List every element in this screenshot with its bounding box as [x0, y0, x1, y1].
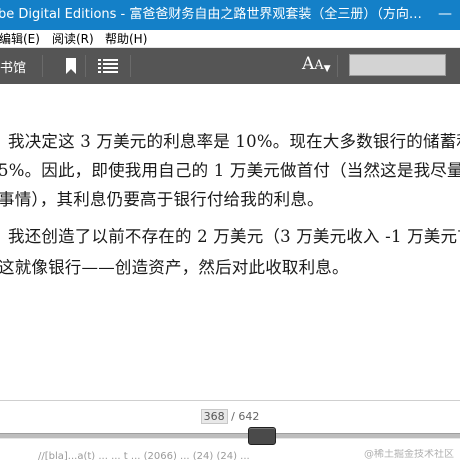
menu-edit[interactable]: 编辑(E) — [0, 30, 40, 48]
page-slider-track[interactable] — [0, 433, 460, 439]
menu-read[interactable]: 阅读(R) — [52, 30, 94, 48]
page-separator: / — [227, 410, 239, 423]
font-size-icon[interactable]: AA▼ — [302, 54, 331, 74]
status-strip: //[bla]...a(t) ... ... t ... (2066) ... … — [0, 449, 460, 460]
watermark: @稀土掘金技术社区 — [364, 449, 454, 460]
toolbar-divider — [42, 55, 43, 77]
window-title: be Digital Editions - 富爸爸财务自由之路世界观套装（全三册… — [0, 7, 422, 22]
minimize-icon[interactable]: — — [430, 0, 460, 30]
pager-footer: 368 / 642 //[bla]...a(t) ... ... t ... (… — [0, 400, 460, 460]
search-input[interactable] — [349, 54, 446, 76]
menu-help[interactable]: 帮助(H) — [105, 30, 147, 48]
toolbar-divider — [85, 55, 86, 77]
page-slider-thumb[interactable] — [248, 427, 276, 445]
toolbar-divider — [130, 55, 131, 77]
list-icon[interactable] — [98, 58, 118, 74]
library-button[interactable]: 书馆 — [0, 57, 26, 76]
reader-toolbar: 书馆 AA▼ — [0, 48, 460, 84]
text-line: 5%。因此，即使我用自己的 1 万美元做首付（当然这是我尽量 — [0, 161, 460, 180]
total-pages: 642 — [238, 410, 260, 423]
text-line: 事情），其利息仍要高于银行付给我的利息。 — [0, 190, 324, 209]
chevron-down-icon: ▼ — [323, 64, 331, 74]
bookmark-icon[interactable] — [64, 58, 78, 74]
font-size-large-letter: A — [302, 54, 315, 74]
page-indicator: 368 / 642 — [0, 409, 460, 424]
window-titlebar: be Digital Editions - 富爸爸财务自由之路世界观套装（全三册… — [0, 0, 460, 30]
text-line: 我决定这 3 万美元的利息率是 10%。现在大多数银行的储蓄利 — [8, 132, 460, 151]
text-line: 这就像银行——创造资产，然后对此收取利息。 — [0, 258, 349, 277]
reading-pane[interactable]: 我决定这 3 万美元的利息率是 10%。现在大多数银行的储蓄利 5%。因此，即使… — [0, 84, 460, 400]
text-line: 我还创造了以前不存在的 2 万美元（3 万美元收入 -1 万美元首 — [8, 227, 460, 246]
font-size-small-letter: A — [314, 58, 324, 73]
status-url: //[bla]...a(t) ... ... t ... (2066) ... … — [38, 451, 250, 460]
current-page-field[interactable]: 368 — [200, 409, 228, 424]
toolbar-divider — [337, 55, 338, 77]
menu-bar: 编辑(E) 阅读(R) 帮助(H) — [0, 30, 460, 48]
